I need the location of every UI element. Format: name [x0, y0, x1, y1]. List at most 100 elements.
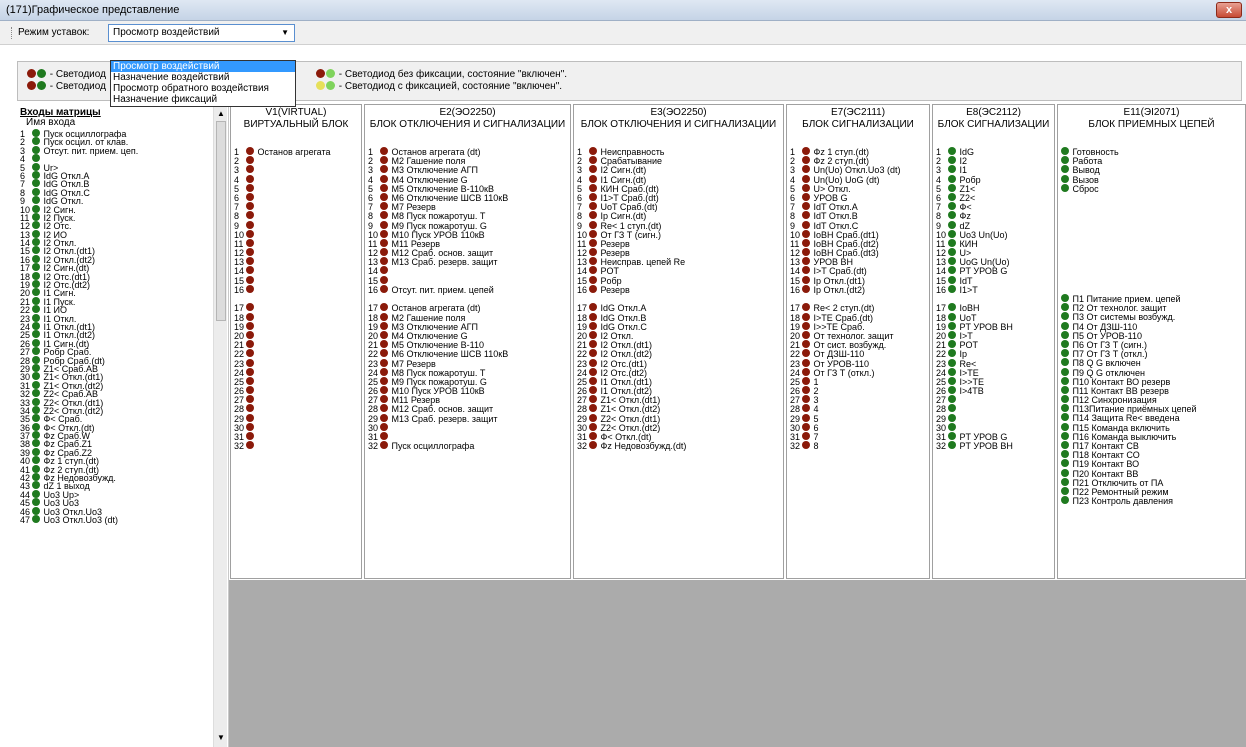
column-row[interactable]: 4 М4 Отключение G	[368, 174, 573, 184]
column-row[interactable]: 15 Pобр	[577, 275, 786, 285]
column-row[interactable]: 32 8	[790, 441, 932, 451]
input-row[interactable]: 45 Uo3 Uo3	[20, 498, 220, 508]
column-row[interactable]: 6 Z2<	[936, 192, 1057, 203]
column-row[interactable]: 28 М12 Сраб. основ. защит	[368, 404, 573, 414]
column-row[interactable]: 14 I>T Сраб.(dt)	[790, 266, 932, 276]
column-row[interactable]: 18 М2 Гашение поля	[368, 312, 573, 322]
column-row[interactable]: 25 I>>TE	[936, 376, 1057, 387]
column-row[interactable]: П8 Q G включен	[1061, 358, 1246, 368]
column-row[interactable]: 10	[234, 229, 364, 239]
column-row[interactable]: 24 I2 Отс.(dt2)	[577, 367, 786, 377]
column-row[interactable]: 15	[234, 275, 364, 285]
column-row[interactable]: 8 М8 Пуск пожаротуш. Т	[368, 211, 573, 221]
column-row[interactable]: 21 I2 Откл.(dt1)	[577, 340, 786, 350]
input-row[interactable]: 25 I1 Откл.(dt2)	[20, 330, 220, 340]
column-row[interactable]: П20 Контакт ВВ	[1061, 468, 1246, 478]
column-row[interactable]: 21 М5 Отключение В-110	[368, 340, 573, 350]
toolbar-grip[interactable]	[11, 27, 13, 39]
column-row[interactable]: 11 Резерв	[577, 238, 786, 249]
column-row[interactable]: 20	[234, 330, 364, 341]
column-row[interactable]: 13	[234, 257, 364, 267]
vertical-scrollbar[interactable]: ▲ ▼	[213, 107, 227, 747]
scroll-down-icon[interactable]: ▼	[217, 733, 225, 742]
column-row[interactable]: 29	[234, 413, 364, 423]
column-row[interactable]: 3 I1	[936, 165, 1057, 175]
column-row[interactable]: 7 М7 Резерв	[368, 202, 573, 212]
column-row[interactable]: П11 Контакт ВВ резерв	[1061, 385, 1246, 395]
column-row[interactable]: П21 Отключить от ПА	[1061, 477, 1246, 487]
column-row[interactable]: П18 Контакт СО	[1061, 450, 1246, 460]
column-row[interactable]: П12 Синхронизация	[1061, 395, 1246, 405]
column-row[interactable]: 27	[234, 395, 364, 405]
column-row[interactable]: 30	[234, 422, 364, 433]
column-row[interactable]: 9 dZ	[936, 220, 1057, 230]
column-row[interactable]: 26 М10 Пуск УРОВ 110кВ	[368, 386, 573, 396]
column-row[interactable]: П1 Питание прием. цепей	[1061, 294, 1246, 304]
input-row[interactable]: 28 Pобр Сраб.(dt)	[20, 355, 220, 365]
column-row[interactable]: 29 М13 Сраб. резерв. защит	[368, 413, 573, 423]
column-row[interactable]: 17 IdG Откл.A	[577, 303, 786, 313]
column-row[interactable]: 29 Z2< Откл.(dt1)	[577, 413, 786, 423]
column-row[interactable]: П22 Ремонтный режим	[1061, 486, 1246, 497]
input-row[interactable]: 42 Фz Недовозбужд.	[20, 473, 220, 483]
column-row[interactable]: 26 I>4TB	[936, 386, 1057, 396]
column-row[interactable]: 24 От ГЗ Т (откл.)	[790, 367, 932, 377]
column-row[interactable]: 1 Фz 1 ступ.(dt)	[790, 147, 932, 157]
column-row[interactable]: 15 Ip Откл.(dt1)	[790, 275, 932, 285]
column-row[interactable]: Вывод	[1061, 165, 1246, 175]
column-row[interactable]: 6 УРОВ G	[790, 192, 932, 203]
input-row[interactable]: 32 Z2< Сраб.AB	[20, 389, 220, 399]
column-row[interactable]: 12 М12 Сраб. основ. защит	[368, 248, 573, 258]
column-row[interactable]: П7 От ГЗ Т (откл.)	[1061, 349, 1246, 359]
column-row[interactable]: 19	[234, 321, 364, 331]
column-row[interactable]: 16	[234, 284, 364, 295]
column-row[interactable]: 31	[234, 432, 364, 442]
column-row[interactable]: 14 PT УРОВ G	[936, 266, 1057, 276]
column-row[interactable]: Готовность	[1061, 147, 1246, 157]
column-row[interactable]: 7 Ф<	[936, 202, 1057, 212]
mode-select[interactable]: Просмотр воздействий ▼	[108, 24, 295, 42]
input-row[interactable]: 8 IdG Откл.C	[20, 187, 220, 197]
column-row[interactable]: 5 Z1<	[936, 183, 1057, 193]
input-row[interactable]: 43 dZ 1 выход	[20, 481, 220, 491]
column-row[interactable]: 21 От сист. возбужд.	[790, 340, 932, 350]
column-row[interactable]: Сброс	[1061, 183, 1246, 193]
input-row[interactable]: 47 Uo3 Откл.Uo3 (dt)	[20, 514, 220, 525]
input-row[interactable]: 10 I2 Сигн.	[20, 204, 220, 214]
input-row[interactable]: 6 IdG Откл.A	[20, 170, 220, 181]
column-row[interactable]: 24 М8 Пуск пожаротуш. Т	[368, 367, 573, 377]
input-row[interactable]: 44 Uo3 Up>	[20, 489, 220, 500]
column-row[interactable]: 14 POT	[577, 266, 786, 276]
column-row[interactable]: 18 I>TE Сраб.(dt)	[790, 312, 932, 322]
column-row[interactable]: 10 От ГЗ Т (сигн.)	[577, 229, 786, 239]
column-row[interactable]: 18 UoT	[936, 312, 1057, 322]
column-row[interactable]: 25 1	[790, 376, 932, 387]
column-row[interactable]: 22 Ip	[936, 349, 1057, 359]
column-row[interactable]: 27 3	[790, 395, 932, 405]
column-row[interactable]: 5	[234, 183, 364, 193]
dropdown-option[interactable]: Назначение фиксаций	[111, 94, 295, 105]
input-row[interactable]: 3 Отсут. пит. прием. цеп.	[20, 145, 220, 156]
column-row[interactable]: 10 Uo3 Un(Uo)	[936, 229, 1057, 239]
column-row[interactable]: 1 Неисправность	[577, 147, 786, 157]
column-row[interactable]: 18 IdG Откл.B	[577, 312, 786, 322]
input-row[interactable]: 14 I2 Откл.	[20, 238, 220, 248]
input-row[interactable]: 33 Z2< Откл.(dt1)	[20, 397, 220, 407]
scroll-thumb[interactable]	[216, 121, 226, 321]
column-row[interactable]: 13 УРОВ ВН	[790, 257, 932, 267]
column-row[interactable]: П17 Контакт СВ	[1061, 441, 1246, 451]
column-row[interactable]: 8 IdT Откл.B	[790, 211, 932, 221]
column-row[interactable]: 20 I>T	[936, 330, 1057, 341]
column-row[interactable]: 5 U> Откл.	[790, 183, 932, 193]
column-row[interactable]: 8 Фz	[936, 211, 1057, 221]
input-row[interactable]: 40 Фz 1 ступ.(dt)	[20, 456, 220, 466]
column-row[interactable]: 17	[234, 303, 364, 313]
input-row[interactable]: 26 I1 Сигн.(dt)	[20, 338, 220, 348]
input-row[interactable]: 34 Z2< Откл.(dt2)	[20, 405, 220, 416]
column-row[interactable]: 3	[234, 165, 364, 175]
column-row[interactable]: П5 От УРОВ-110	[1061, 330, 1246, 340]
column-row[interactable]: 27 Z1< Откл.(dt1)	[577, 395, 786, 405]
column-row[interactable]: 5 КИН Сраб.(dt)	[577, 183, 786, 193]
input-row[interactable]: 46 Uo3 Откл.Uo3	[20, 506, 220, 516]
column-row[interactable]: П9 Q G отключен	[1061, 367, 1246, 377]
